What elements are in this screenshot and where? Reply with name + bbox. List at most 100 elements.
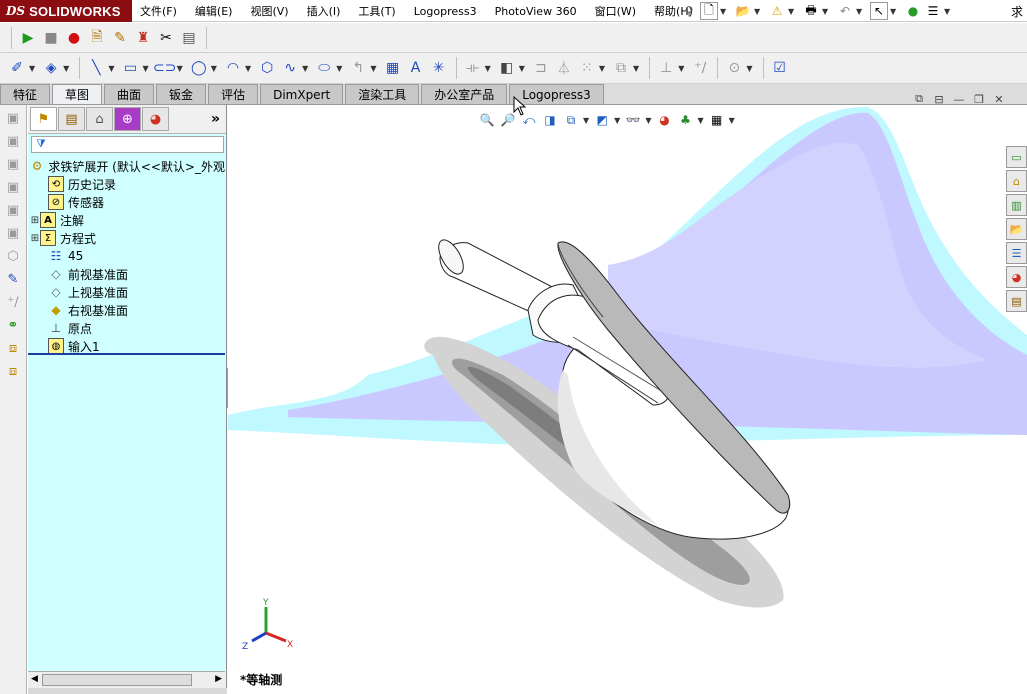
tree-item-origin[interactable]: ⊥ 原点 — [28, 319, 225, 337]
chevron-down-icon[interactable]: ▼ — [890, 7, 898, 16]
appearances-icon[interactable]: ◕ — [1006, 266, 1027, 288]
ellipse-icon[interactable]: ⬭ — [313, 57, 335, 79]
menu-file[interactable]: 文件(F) — [140, 3, 177, 19]
cube-icon[interactable]: ▣ — [3, 177, 23, 197]
cube-icon[interactable]: ▣ — [3, 131, 23, 151]
chevron-down-icon[interactable]: ▼ — [485, 64, 491, 73]
convert-entities-icon[interactable]: ◧ — [496, 57, 518, 79]
chevron-down-icon[interactable]: ▼ — [108, 64, 114, 73]
layer-icon[interactable]: ⧈ — [3, 361, 23, 381]
offset-icon[interactable]: ⊐ — [530, 57, 552, 79]
menu-logopress3[interactable]: Logopress3 — [414, 5, 477, 18]
tools-icon[interactable]: ✂ — [155, 27, 177, 49]
search-label[interactable]: 求 — [1011, 3, 1023, 20]
tab-render-tools[interactable]: 渲染工具 — [345, 84, 420, 104]
sketch-edit-icon[interactable]: ✎ — [3, 269, 23, 289]
quick-snaps-icon[interactable]: ⊙ — [723, 57, 745, 79]
tab-surfaces[interactable]: 曲面 — [104, 84, 155, 104]
open-folder-icon[interactable]: 📂 — [734, 2, 752, 20]
chevron-down-icon[interactable]: ▼ — [519, 64, 525, 73]
trim-icon[interactable]: ⟛ — [462, 57, 484, 79]
menu-view[interactable]: 视图(V) — [250, 3, 288, 19]
cube-icon[interactable]: ▣ — [3, 200, 23, 220]
view-settings-icon[interactable]: ▦ — [708, 111, 726, 129]
custom-properties-icon[interactable]: ▤ — [1006, 290, 1027, 312]
print-icon[interactable]: 🖶 — [802, 2, 820, 20]
run-macro-icon[interactable]: ▶ — [17, 27, 39, 49]
close-icon[interactable]: ✕ — [992, 92, 1006, 106]
spline-icon[interactable]: ∿ — [279, 57, 301, 79]
stop-macro-icon[interactable]: ■ — [40, 27, 62, 49]
expand-plus-icon[interactable]: ⊞ — [30, 233, 40, 244]
undo-icon[interactable]: ↶ — [836, 2, 854, 20]
chevron-down-icon[interactable]: ▼ — [944, 7, 952, 16]
scroll-left-icon[interactable]: ◀ — [31, 674, 38, 684]
menu-tools[interactable]: 工具(T) — [358, 3, 395, 19]
restore-icon[interactable]: ❐ — [972, 92, 986, 106]
chevron-down-icon[interactable]: ▼ — [788, 7, 796, 16]
move-entities-icon[interactable]: ⧉ — [610, 57, 632, 79]
chevron-down-icon[interactable]: ▼ — [645, 116, 651, 125]
menu-insert[interactable]: 插入(I) — [307, 3, 341, 19]
chevron-down-icon[interactable]: ▼ — [678, 64, 684, 73]
polygon-icon[interactable]: ⬡ — [256, 57, 278, 79]
tree-filter-input[interactable]: ⧩ — [31, 136, 224, 153]
horizontal-scrollbar[interactable]: ◀ ▶ — [28, 671, 225, 688]
property-manager-tab-icon[interactable]: ▤ — [58, 107, 85, 131]
chevron-down-icon[interactable]: ▼ — [599, 64, 605, 73]
chevron-down-icon[interactable]: ▼ — [614, 116, 620, 125]
library-icon[interactable]: ▥ — [1006, 194, 1027, 216]
point-icon[interactable]: ✳ — [428, 57, 450, 79]
hide-show-items-icon[interactable]: 👓 — [624, 111, 642, 129]
chevron-down-icon[interactable]: ▼ — [370, 64, 376, 73]
zoom-to-fit-icon[interactable]: 🔍 — [478, 111, 496, 129]
tab-office-products[interactable]: 办公室产品 — [421, 84, 508, 104]
display-manager-tab-icon[interactable]: ◕ — [142, 107, 169, 131]
layer-icon[interactable]: ⧈ — [3, 338, 23, 358]
rapid-sketch-icon[interactable]: ☑ — [769, 57, 791, 79]
expand-plus-icon[interactable]: ⊞ — [30, 215, 40, 226]
slot-icon[interactable]: ⊂⊃ — [153, 57, 176, 79]
section-view-icon[interactable]: ◨ — [541, 111, 559, 129]
tree-item-right-plane[interactable]: ◆ 右视基准面 — [28, 301, 225, 319]
chevron-down-icon[interactable]: ▼ — [754, 7, 762, 16]
new-document-icon[interactable]: 🗋 — [700, 2, 718, 20]
apply-scene-icon[interactable]: ♣ — [676, 111, 694, 129]
tree-item-top-plane[interactable]: ◇ 上视基准面 — [28, 283, 225, 301]
home-icon[interactable]: ⌂ — [1006, 170, 1027, 192]
display-relations-icon[interactable]: ⊥ — [655, 57, 677, 79]
tree-item-equations[interactable]: ⊞ Σ 方程式 — [28, 229, 225, 247]
warning-icon[interactable]: ⚠ — [768, 2, 786, 20]
tree-item-history[interactable]: ⟲ 历史记录 — [28, 175, 225, 193]
circle-icon[interactable]: ◯ — [188, 57, 210, 79]
search-results-icon[interactable]: ☰ — [1006, 242, 1027, 264]
tree-item-annotations[interactable]: ⊞ A 注解 — [28, 211, 225, 229]
cube-icon[interactable]: ▣ — [3, 223, 23, 243]
model-view[interactable] — [228, 105, 1027, 694]
chevron-down-icon[interactable]: ▼ — [822, 7, 830, 16]
dimxpert-tab-icon[interactable]: ⊕ — [114, 107, 141, 131]
traffic-light-icon[interactable]: ● — [904, 2, 922, 20]
select-cursor-icon[interactable]: ↖ — [870, 2, 888, 20]
split-icon[interactable]: ⊟ — [932, 92, 946, 106]
graphics-area[interactable]: 🔍 🔎 ⤺ ◨ ⧉ ▼ ◩ ▼ 👓 ▼ ◕ ♣ ▼ ▦ ▼ *等轴测 Y X Z — [228, 105, 1027, 694]
new-macro-icon[interactable]: 🗎 — [86, 27, 108, 49]
chevron-down-icon[interactable]: ▼ — [211, 64, 217, 73]
chevron-down-icon[interactable]: ▼ — [336, 64, 342, 73]
repair-sketch-icon[interactable]: ⁺∕ — [689, 57, 711, 79]
plane-icon[interactable]: ▦ — [382, 57, 404, 79]
edit-macro-icon[interactable]: ✎ — [109, 27, 131, 49]
options-icon[interactable]: ☰ — [924, 2, 942, 20]
rectangle-icon[interactable]: ▭ — [119, 57, 141, 79]
tree-item-front-plane[interactable]: ◇ 前视基准面 — [28, 265, 225, 283]
tab-dimxpert[interactable]: DimXpert — [260, 84, 344, 104]
scroll-thumb[interactable] — [42, 674, 192, 686]
rollback-bar[interactable] — [28, 353, 225, 355]
chevron-down-icon[interactable]: ▼ — [142, 64, 148, 73]
chevron-down-icon[interactable]: ▼ — [856, 7, 864, 16]
text-icon[interactable]: A — [405, 57, 427, 79]
chevron-down-icon[interactable]: ▼ — [302, 64, 308, 73]
tab-features[interactable]: 特征 — [0, 84, 51, 104]
tree-item-material[interactable]: ☷ 45 — [28, 247, 225, 265]
linear-pattern-icon[interactable]: ⁙ — [576, 57, 598, 79]
